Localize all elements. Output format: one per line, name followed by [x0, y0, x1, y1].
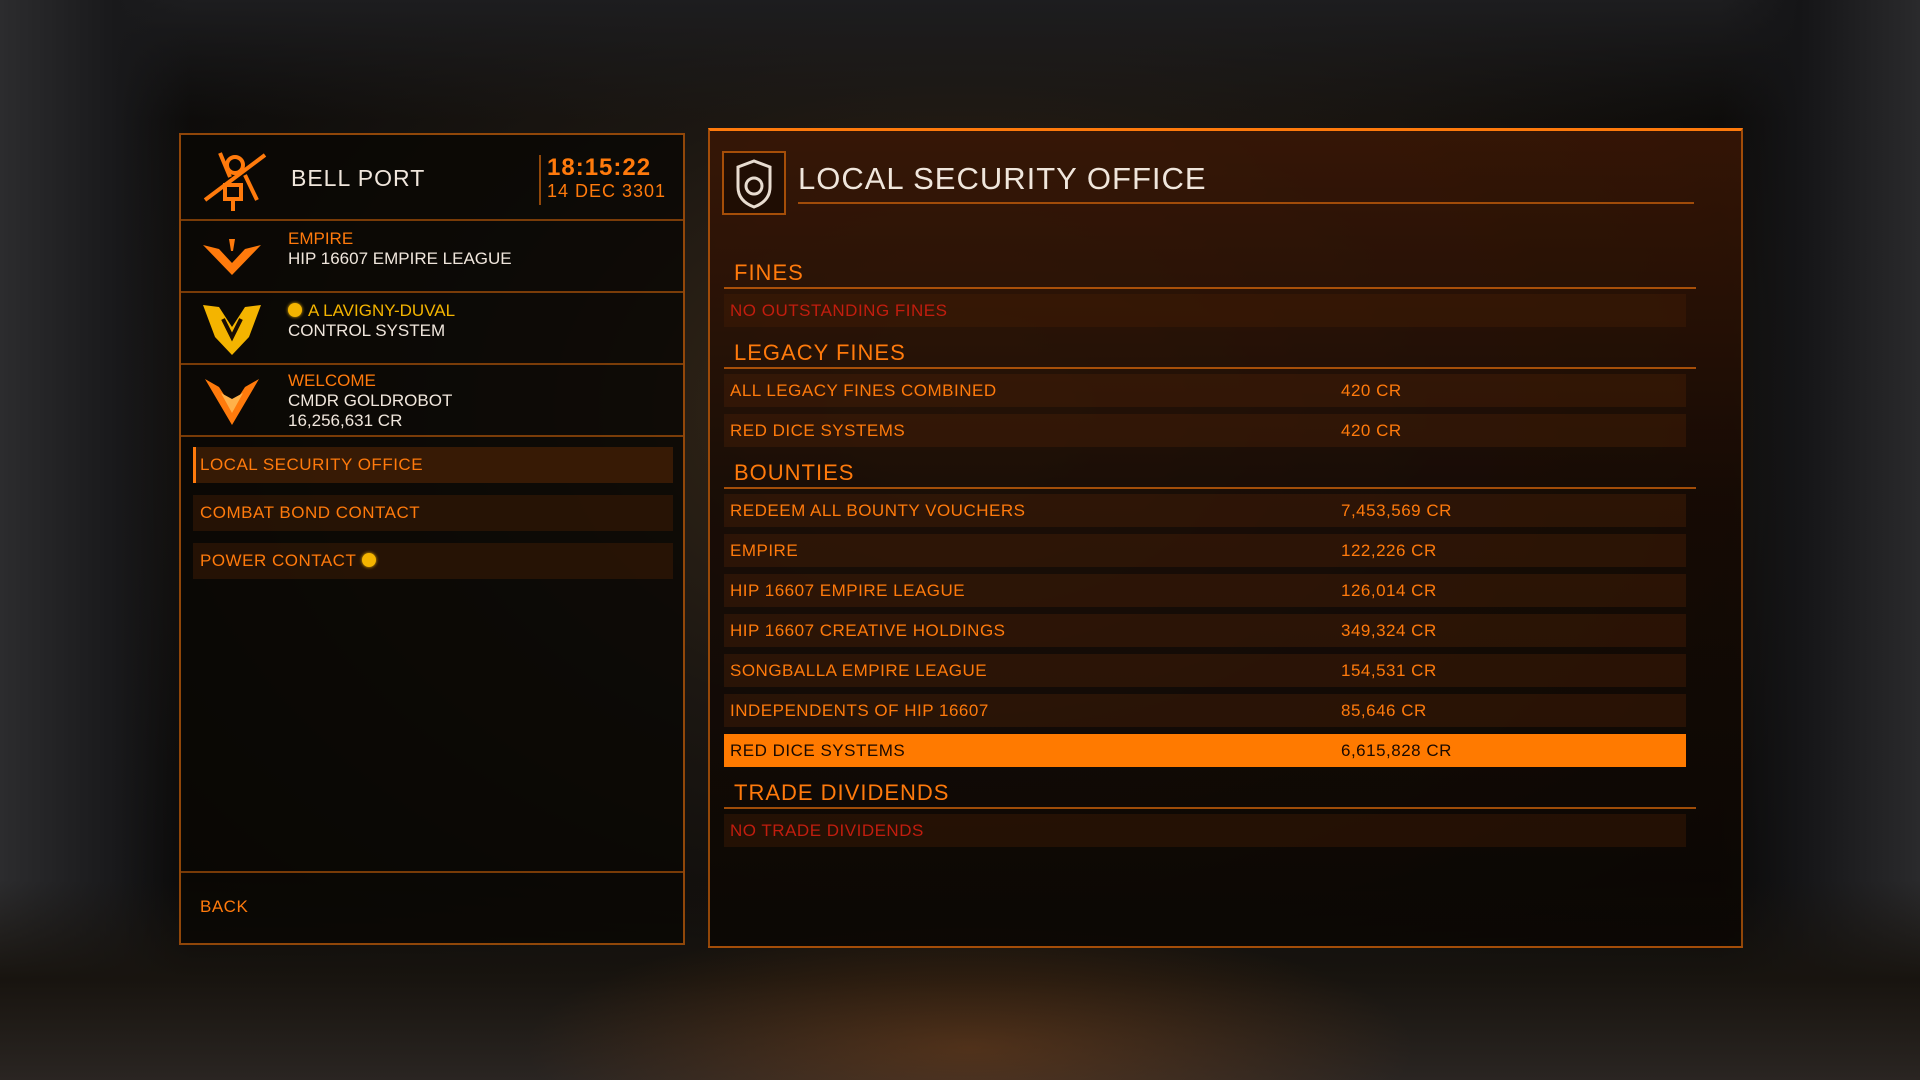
legacy-fine-row[interactable]: ALL LEGACY FINES COMBINED 420 CR	[724, 374, 1686, 407]
row-value: 349,324 CR	[1341, 621, 1437, 640]
row-label: INDEPENDENTS OF HIP 16607	[730, 701, 989, 720]
power-row: A LAVIGNY-DUVAL CONTROL SYSTEM	[181, 293, 683, 365]
welcome-label: WELCOME	[288, 371, 376, 390]
power-name-line: A LAVIGNY-DUVAL	[288, 301, 455, 321]
title-divider	[798, 202, 1694, 204]
office-title: LOCAL SECURITY OFFICE	[798, 161, 1207, 196]
empire-eagle-icon	[203, 239, 261, 275]
legacy-fines-heading: LEGACY FINES	[724, 338, 1696, 369]
services-menu: LOCAL SECURITY OFFICE COMBAT BOND CONTAC…	[193, 447, 673, 591]
commander-credits: 16,256,631 CR	[288, 411, 403, 430]
legacy-fine-row[interactable]: RED DICE SYSTEMS 420 CR	[724, 414, 1686, 447]
menu-item-label: LOCAL SECURITY OFFICE	[200, 455, 424, 474]
bounty-row[interactable]: INDEPENDENTS OF HIP 16607 85,646 CR	[724, 694, 1686, 727]
menu-power-contact[interactable]: POWER CONTACT	[193, 543, 673, 579]
menu-combat-bond-contact[interactable]: COMBAT BOND CONTACT	[193, 495, 673, 531]
row-value: 6,615,828 CR	[1341, 741, 1452, 760]
row-label: REDEEM ALL BOUNTY VOUCHERS	[730, 501, 1026, 520]
power-state: CONTROL SYSTEM	[288, 321, 446, 340]
faction-name: HIP 16607 EMPIRE LEAGUE	[288, 249, 512, 268]
faction-allegiance: EMPIRE	[288, 229, 354, 248]
no-trade-dividends-text: NO TRADE DIVIDENDS	[724, 814, 1686, 847]
row-value: 154,531 CR	[1341, 661, 1437, 680]
station-name: BELL PORT	[291, 165, 426, 191]
faction-row: EMPIRE HIP 16607 EMPIRE LEAGUE	[181, 221, 683, 293]
commander-name: CMDR GOLDROBOT	[288, 391, 453, 410]
bounty-row-selected[interactable]: RED DICE SYSTEMS 6,615,828 CR	[724, 734, 1686, 767]
menu-item-label: COMBAT BOND CONTACT	[200, 503, 421, 522]
power-text: A LAVIGNY-DUVAL CONTROL SYSTEM	[288, 301, 455, 341]
bounty-row[interactable]: HIP 16607 EMPIRE LEAGUE 126,014 CR	[724, 574, 1686, 607]
bounty-row[interactable]: REDEEM ALL BOUNTY VOUCHERS 7,453,569 CR	[724, 494, 1686, 527]
row-label: SONGBALLA EMPIRE LEAGUE	[730, 661, 988, 680]
row-label: HIP 16607 CREATIVE HOLDINGS	[730, 621, 1006, 640]
fines-heading: FINES	[724, 258, 1696, 289]
game-date: 14 DEC 3301	[547, 181, 667, 201]
bounty-row[interactable]: EMPIRE 122,226 CR	[724, 534, 1686, 567]
bounties-heading: BOUNTIES	[724, 458, 1696, 489]
power-emblem-icon	[288, 303, 302, 317]
row-value: 85,646 CR	[1341, 701, 1427, 720]
bounty-row[interactable]: HIP 16607 CREATIVE HOLDINGS 349,324 CR	[724, 614, 1686, 647]
power-name: A LAVIGNY-DUVAL	[308, 301, 456, 320]
commander-row: WELCOME CMDR GOLDROBOT 16,256,631 CR	[181, 365, 683, 437]
trade-dividends-heading: TRADE DIVIDENDS	[724, 778, 1696, 809]
back-button[interactable]: BACK	[200, 897, 248, 917]
bounty-row[interactable]: SONGBALLA EMPIRE LEAGUE 154,531 CR	[724, 654, 1686, 687]
row-label: EMPIRE	[730, 541, 799, 560]
lavigny-duval-icon	[203, 305, 261, 355]
station-icon	[203, 152, 267, 211]
back-area: BACK	[181, 871, 683, 943]
station-services-panel: BELL PORT 18:15:22 14 DEC 3301 EMPIRE HI…	[179, 133, 685, 945]
security-office-badge	[722, 151, 786, 215]
row-value: 126,014 CR	[1341, 581, 1437, 600]
row-value: 420 CR	[1341, 381, 1402, 400]
faction-text: EMPIRE HIP 16607 EMPIRE LEAGUE	[288, 229, 512, 269]
menu-local-security-office[interactable]: LOCAL SECURITY OFFICE	[193, 447, 673, 483]
game-clock: 18:15:22	[547, 154, 652, 181]
commander-rank-icon	[205, 379, 259, 425]
row-value: 420 CR	[1341, 421, 1402, 440]
menu-item-label: POWER CONTACT	[200, 551, 357, 570]
shield-icon	[736, 159, 772, 209]
row-label: ALL LEGACY FINES COMBINED	[730, 381, 997, 400]
commander-text: WELCOME CMDR GOLDROBOT 16,256,631 CR	[288, 371, 452, 431]
security-office-panel: LOCAL SECURITY OFFICE FINES NO OUTSTANDI…	[708, 128, 1743, 948]
no-fines-text: NO OUTSTANDING FINES	[724, 294, 1686, 327]
row-value: 7,453,569 CR	[1341, 501, 1452, 520]
row-label: RED DICE SYSTEMS	[730, 741, 906, 760]
clock-box: 18:15:22 14 DEC 3301	[539, 155, 666, 205]
power-emblem-icon	[362, 553, 377, 567]
row-label: HIP 16607 EMPIRE LEAGUE	[730, 581, 966, 600]
row-label: RED DICE SYSTEMS	[730, 421, 906, 440]
station-header: BELL PORT 18:15:22 14 DEC 3301	[181, 135, 683, 221]
cockpit-canopy-top	[0, 0, 1920, 120]
row-value: 122,226 CR	[1341, 541, 1437, 560]
